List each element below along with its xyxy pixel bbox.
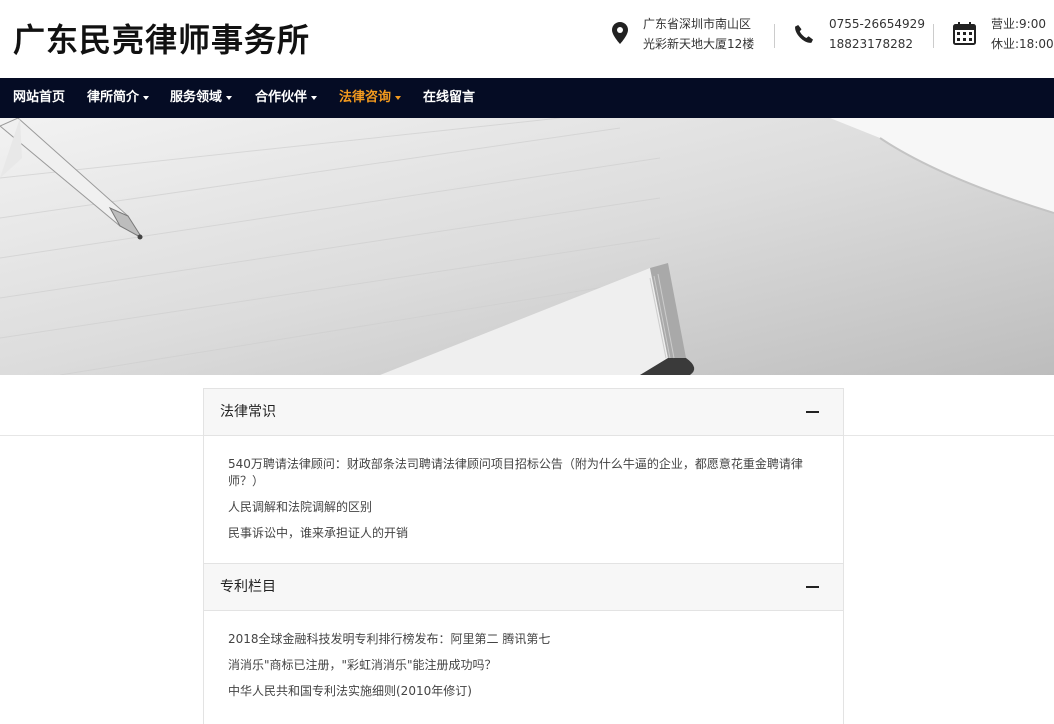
- nav-item-consult[interactable]: 法律咨询: [339, 78, 402, 118]
- phone-line-1[interactable]: 0755-26654929: [829, 14, 925, 34]
- panel-header[interactable]: 法律常识: [204, 389, 843, 436]
- collapse-minus-icon[interactable]: [806, 586, 819, 588]
- panel-legal-knowledge: 法律常识 540万聘请法律顾问：财政部条法司聘请法律顾问项目招标公告（附为什么牛…: [203, 388, 844, 564]
- nav-item-partners[interactable]: 合作伙伴: [255, 78, 318, 118]
- nav-item-message[interactable]: 在线留言: [423, 78, 475, 118]
- header-divider: [933, 24, 934, 48]
- panel-title: 法律常识: [220, 404, 276, 420]
- hours-info: 营业:9:00 休业:18:00: [953, 14, 1054, 54]
- caret-down-icon: [226, 95, 233, 100]
- nav-item-home[interactable]: 网站首页: [13, 78, 65, 118]
- phone-icon: [794, 24, 814, 50]
- list-item[interactable]: 540万聘请法律顾问：财政部条法司聘请法律顾问项目招标公告（附为什么牛逼的企业，…: [228, 456, 818, 490]
- caret-down-icon: [143, 95, 150, 100]
- hours-close: 休业:18:00: [991, 37, 1054, 51]
- list-item[interactable]: 2018全球金融科技发明专利排行榜发布：阿里第二 腾讯第七: [228, 631, 818, 648]
- caret-down-icon: [395, 95, 402, 100]
- hours-open: 营业:9:00: [991, 17, 1046, 31]
- nav-item-label: 律所简介: [87, 90, 140, 105]
- panel-list: 2018全球金融科技发明专利排行榜发布：阿里第二 腾讯第七 消消乐"商标已注册，…: [228, 631, 818, 709]
- nav-item-services[interactable]: 服务领域: [170, 78, 233, 118]
- panel-header[interactable]: 专利栏目: [204, 564, 843, 611]
- caret-down-icon: [311, 95, 318, 100]
- list-item[interactable]: 民事诉讼中，谁来承担证人的开销: [228, 525, 818, 542]
- address-info: 广东省深圳市南山区 光彩新天地大厦12楼: [612, 14, 762, 54]
- panel-list: 540万聘请法律顾问：财政部条法司聘请法律顾问项目招标公告（附为什么牛逼的企业，…: [228, 456, 818, 551]
- panel-patent: 专利栏目 2018全球金融科技发明专利排行榜发布：阿里第二 腾讯第七 消消乐"商…: [203, 563, 844, 724]
- collapse-minus-icon[interactable]: [806, 411, 819, 413]
- main-nav: 网站首页 律所简介 服务领域 合作伙伴 法律咨询 在线留言: [0, 78, 1054, 118]
- list-item[interactable]: 消消乐"商标已注册，"彩虹消消乐"能注册成功吗？: [228, 657, 818, 674]
- list-item[interactable]: 人民调解和法院调解的区别: [228, 499, 818, 516]
- nav-item-label: 在线留言: [423, 90, 476, 105]
- location-pin-icon: [612, 22, 628, 50]
- hero-banner: [0, 118, 1054, 375]
- nav-item-about[interactable]: 律所简介: [87, 78, 150, 118]
- calendar-icon: [953, 22, 976, 51]
- phone-info: 0755-26654929 18823178282: [794, 14, 925, 54]
- header-divider: [774, 24, 775, 48]
- site-logo[interactable]: 广东民亮律师事务所: [13, 15, 310, 61]
- list-item[interactable]: 中华人民共和国专利法实施细则(2010年修订): [228, 683, 818, 700]
- address-line-2: 光彩新天地大厦12楼: [643, 37, 755, 51]
- address-line-1: 广东省深圳市南山区: [643, 17, 752, 31]
- panel-title: 专利栏目: [220, 579, 276, 595]
- phone-line-2[interactable]: 18823178282: [829, 34, 925, 54]
- banner-image: [0, 118, 1054, 375]
- nav-item-label: 服务领域: [170, 90, 223, 105]
- nav-item-label: 网站首页: [13, 90, 66, 105]
- site-header: 广东民亮律师事务所 广东省深圳市南山区 光彩新天地大厦12楼 0755-2665…: [0, 0, 1054, 78]
- nav-item-label: 合作伙伴: [255, 90, 308, 105]
- nav-item-label: 法律咨询: [339, 90, 392, 105]
